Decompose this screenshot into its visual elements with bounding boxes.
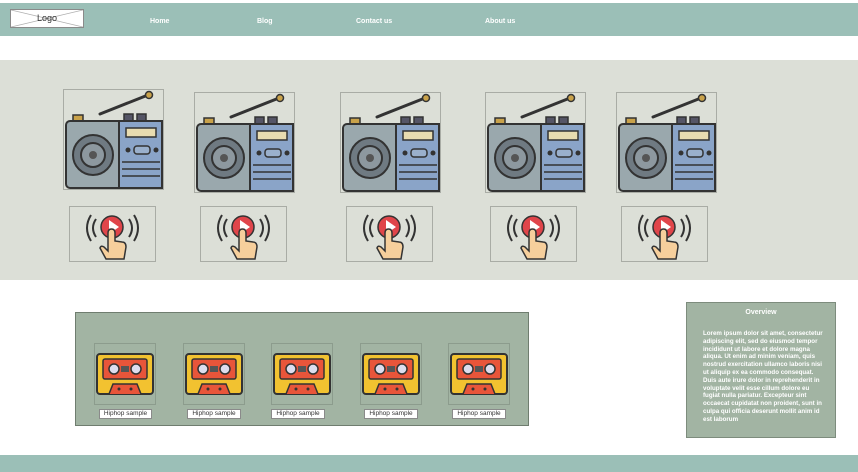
tap-to-play-icon [86, 214, 139, 260]
overview-panel: Overview Lorem ipsum dolor sit amet, con… [686, 302, 836, 438]
cassette-icon [96, 353, 154, 395]
cassette-icon [362, 353, 420, 395]
radio-card[interactable] [485, 92, 586, 193]
cassette-icon [185, 353, 243, 395]
logo-text: Logo [36, 13, 58, 23]
nav-home[interactable]: Home [150, 18, 169, 25]
sample-card[interactable] [360, 343, 422, 405]
play-button[interactable] [69, 206, 156, 262]
play-button[interactable] [346, 206, 433, 262]
sample-label[interactable]: Hiphop sample [452, 409, 506, 419]
tap-to-play-icon [217, 214, 270, 260]
radio-card[interactable] [194, 92, 295, 193]
radio-icon [342, 93, 440, 192]
play-button[interactable] [200, 206, 287, 262]
sample-label[interactable]: Hiphop sample [364, 409, 418, 419]
radio-icon [618, 93, 716, 192]
overview-text: Lorem ipsum dolor sit amet, consectetur … [703, 330, 823, 423]
radio-card[interactable] [340, 92, 441, 193]
sample-label[interactable]: Hiphop sample [99, 409, 152, 419]
nav-blog[interactable]: Blog [257, 18, 273, 25]
sample-card[interactable] [183, 343, 245, 405]
sample-card[interactable] [271, 343, 333, 405]
tap-to-play-icon [507, 214, 560, 260]
sample-panel: Hiphop sample Hiphop sample Hiphop sampl… [75, 312, 529, 426]
cassette-icon [450, 353, 508, 395]
radio-icon [196, 93, 294, 192]
logo-placeholder[interactable]: Logo [10, 9, 84, 28]
overview-title: Overview [745, 309, 777, 316]
play-button[interactable] [621, 206, 708, 262]
tap-to-play-icon [363, 214, 416, 260]
tap-to-play-icon [638, 214, 691, 260]
play-button[interactable] [490, 206, 577, 262]
radio-card[interactable] [616, 92, 717, 193]
top-nav-bar: Logo Home Blog Contact us About us [0, 3, 858, 36]
sample-card[interactable] [448, 343, 510, 405]
radio-gallery-band [0, 60, 858, 280]
nav-contact-us[interactable]: Contact us [356, 18, 392, 25]
radio-card[interactable] [63, 89, 164, 190]
sample-label[interactable]: Hiphop sample [271, 409, 325, 419]
nav-about-us[interactable]: About us [485, 18, 515, 25]
sample-label[interactable]: Hiphop sample [187, 409, 241, 419]
radio-icon [487, 93, 585, 192]
footer-bar [0, 455, 858, 472]
radio-icon [65, 90, 163, 189]
sample-card[interactable] [94, 343, 156, 405]
cassette-icon [273, 353, 331, 395]
